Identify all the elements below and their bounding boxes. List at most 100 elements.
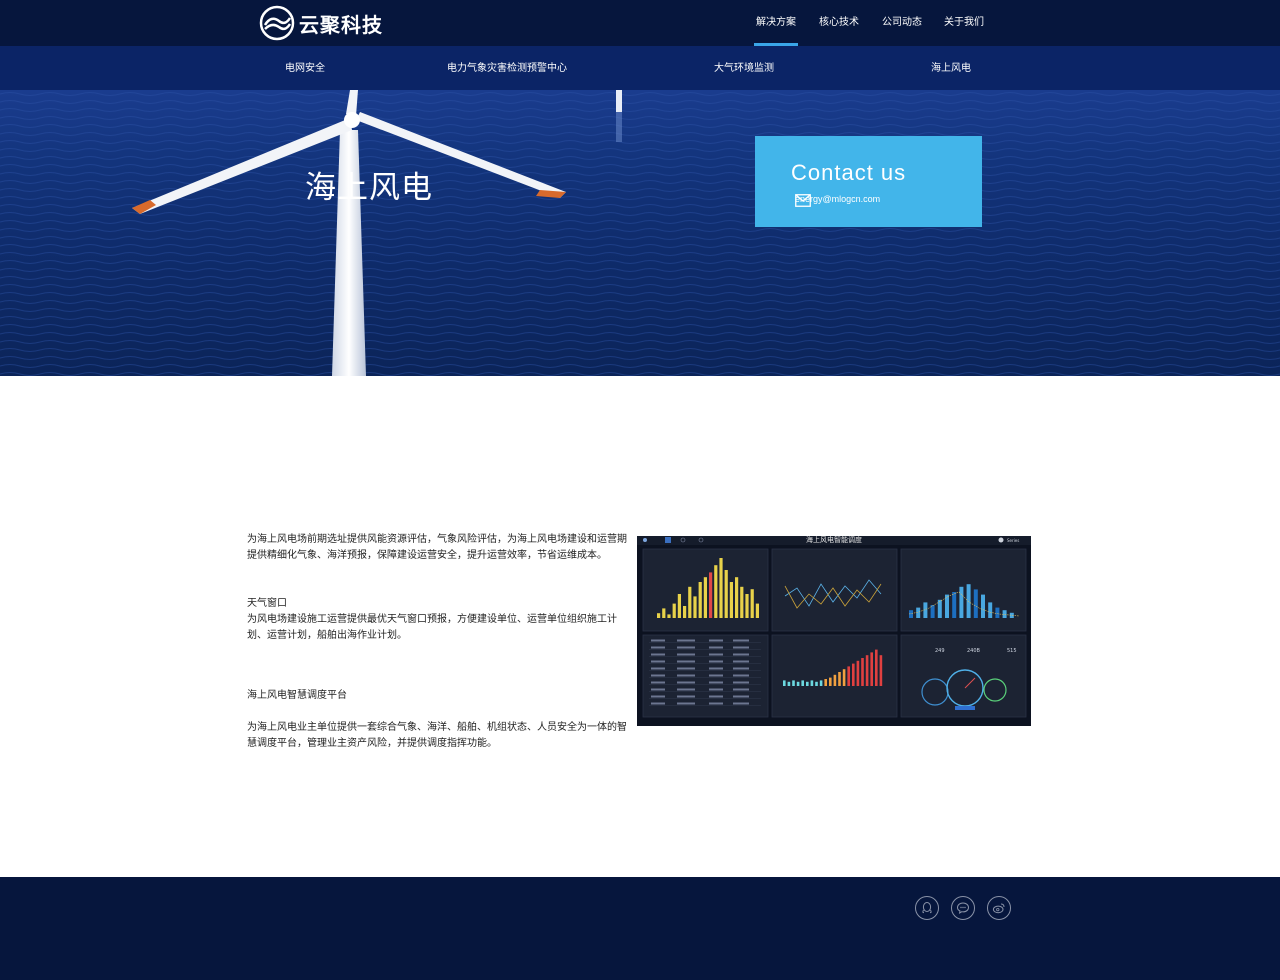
- dash-bar: [801, 680, 804, 686]
- subnav-air-monitoring[interactable]: 大气环境监测: [714, 46, 774, 90]
- platform-title: 海上风电智慧调度平台: [247, 690, 347, 701]
- dash-bar: [870, 652, 873, 686]
- dash-row-cell: [709, 702, 723, 705]
- dash-row-line: [649, 649, 761, 650]
- dash-row-cell: [651, 667, 665, 670]
- dash-row-cell: [651, 688, 665, 691]
- dash-row-cell: [709, 660, 723, 663]
- dash-row-cell: [651, 681, 665, 684]
- dash-bar: [842, 669, 846, 686]
- dash-row-cell: [733, 667, 749, 670]
- dash-bar: [745, 594, 749, 618]
- dash-row-cell: [733, 688, 749, 691]
- dash-bar: [755, 603, 759, 618]
- dash-row-cell: [677, 646, 695, 649]
- dash-bar: [677, 594, 681, 618]
- dash-row-cell: [651, 646, 665, 649]
- dash-row-cell: [677, 674, 695, 677]
- logo-text: 云聚科技: [299, 12, 383, 37]
- dash-bar: [662, 608, 666, 618]
- dash-row-cell: [733, 639, 749, 642]
- dash-bar: [937, 599, 942, 618]
- dash-bar: [724, 570, 728, 618]
- dash-row-line: [649, 656, 761, 657]
- dashboard-screenshot: 海上风电智能调度 Series 249 240B 515: [637, 536, 1031, 726]
- top-header: 云聚科技 解决方案 核心技术 公司动态 关于我们: [0, 0, 1280, 46]
- dash-row-cell: [651, 639, 665, 642]
- dash-bar: [865, 655, 869, 686]
- dash-bar: [698, 582, 702, 618]
- dash-bar: [916, 607, 921, 618]
- subnav-grid-safety[interactable]: 电网安全: [285, 46, 325, 90]
- dash-bar: [838, 672, 841, 686]
- dash-bar: [879, 655, 883, 686]
- qq-icon[interactable]: [915, 896, 939, 920]
- dash-row-line: [649, 705, 761, 706]
- dash-row-line: [649, 663, 761, 664]
- dash-bar: [819, 680, 823, 686]
- dash-bar: [856, 660, 860, 686]
- dash-bar: [693, 596, 697, 618]
- dash-row-cell: [651, 660, 665, 663]
- nav-news[interactable]: 公司动态: [882, 0, 922, 46]
- nav-solutions[interactable]: 解决方案: [754, 0, 798, 46]
- gauge-value-1: 249: [935, 648, 945, 654]
- dash-bar: [959, 586, 964, 618]
- dash-row-cell: [733, 702, 749, 705]
- dash-row-cell: [733, 681, 749, 684]
- hero-banner: 海上风电 Contact us energy@mlogcn.com: [0, 90, 1280, 376]
- gauge-value-3: 515: [1007, 648, 1017, 654]
- dash-bar: [833, 674, 837, 686]
- dash-row-cell: [709, 646, 723, 649]
- dash-row-cell: [709, 667, 723, 670]
- dash-row-cell: [651, 674, 665, 677]
- subnav-offshore-wind[interactable]: 海上风电: [931, 46, 971, 90]
- logo[interactable]: 云聚科技: [259, 5, 383, 41]
- dash-row-line: [649, 677, 761, 678]
- nav-about[interactable]: 关于我们: [944, 0, 984, 46]
- content-text: 为海上风电场前期选址提供风能资源评估，气象风险评估，为海上风电场建设和运营期提供…: [247, 532, 632, 752]
- dash-bar: [852, 663, 855, 686]
- dash-bar: [829, 677, 832, 686]
- dash-row-cell: [677, 660, 695, 663]
- dash-bar: [688, 586, 692, 618]
- contact-title: Contact us: [791, 160, 907, 185]
- dash-bar: [973, 589, 978, 618]
- dash-row-cell: [709, 653, 723, 656]
- dash-row-cell: [733, 660, 749, 663]
- dash-bar: [988, 602, 993, 618]
- dash-bar: [672, 603, 676, 618]
- dash-bar: [1002, 610, 1007, 618]
- dash-row-cell: [677, 688, 695, 691]
- dash-row-line: [649, 670, 761, 671]
- dash-bar: [657, 613, 661, 618]
- dash-row-cell: [709, 681, 723, 684]
- dash-bar: [796, 681, 800, 686]
- dash-row-cell: [651, 653, 665, 656]
- dash-bar: [847, 666, 850, 686]
- dash-row-cell: [677, 639, 695, 642]
- dash-row-cell: [651, 695, 665, 698]
- dash-row-cell: [709, 674, 723, 677]
- dash-row-cell: [677, 702, 695, 705]
- dash-row-cell: [709, 639, 723, 642]
- dash-row-line: [649, 698, 761, 699]
- dash-bar: [783, 680, 786, 686]
- dash-row-cell: [709, 688, 723, 691]
- dash-row-cell: [733, 646, 749, 649]
- subnav-weather-warning[interactable]: 电力气象灾害检测预警中心: [447, 46, 567, 90]
- mail-icon: [795, 194, 811, 207]
- weibo-icon[interactable]: [987, 896, 1011, 920]
- platform-text: 为海上风电业主单位提供一套综合气象、海洋、船舶、机组状态、人员安全为一体的智慧调…: [247, 722, 627, 749]
- contact-box[interactable]: Contact us energy@mlogcn.com: [755, 136, 982, 227]
- nav-core-tech[interactable]: 核心技术: [819, 0, 859, 46]
- dash-row-line: [649, 684, 761, 685]
- dash-bar: [729, 582, 733, 618]
- dash-bar: [787, 681, 791, 686]
- dash-row-cell: [651, 702, 665, 705]
- dash-row-cell: [677, 653, 695, 656]
- wechat-icon[interactable]: [951, 896, 975, 920]
- contact-email-row[interactable]: energy@mlogcn.com: [795, 194, 880, 207]
- sub-nav: 电网安全 电力气象灾害检测预警中心 大气环境监测 海上风电: [0, 46, 1280, 90]
- logo-icon: [259, 5, 295, 41]
